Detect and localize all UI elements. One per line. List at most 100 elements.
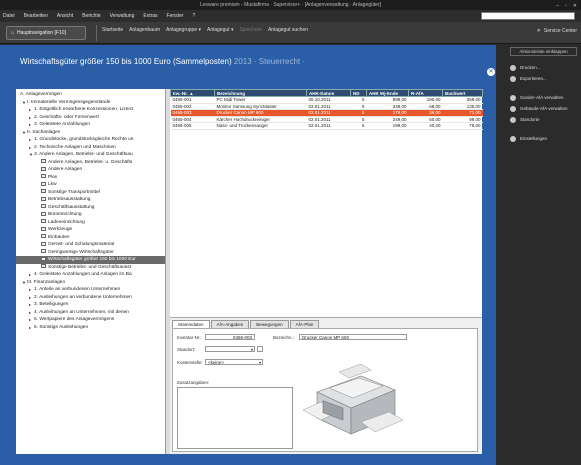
column-header[interactable]: Bezeichnung — [214, 89, 307, 97]
expand-right-icon[interactable]: ▸ — [29, 115, 33, 120]
column-header[interactable]: Inv.-Nr. ▲ — [170, 89, 215, 97]
tree-item[interactable]: Betriebsausstattung — [16, 196, 165, 204]
expand-right-icon[interactable]: ▸ — [29, 273, 33, 277]
expand-right-icon[interactable]: ▸ — [29, 310, 33, 315]
tree-item[interactable]: Sonstige Betriebs- und Geschäftsausst — [16, 264, 165, 272]
menu-extras[interactable]: Extras — [143, 13, 157, 19]
page-title: Wirtschaftsgüter größer 150 bis 1000 Eur… — [20, 57, 305, 66]
table-row[interactable]: 0465-004 Kärcher Hochdruckreiniger 02.01.2… — [170, 116, 483, 123]
service-center-button[interactable]: ☀ Service Center — [536, 28, 577, 34]
expand-right-icon[interactable]: ▸ — [29, 318, 33, 322]
tree-item[interactable]: ▸ 4. Ausleihungen an Unternehmen, mit den… — [16, 309, 165, 317]
tree-item[interactable]: ▸ 2. Ausleihungen an verbundene Unternehm… — [16, 294, 165, 302]
tree-item[interactable]: Ladeneinrichtung — [16, 219, 165, 227]
tree-item[interactable]: Gerüst- und Schalungsmaterial — [16, 241, 165, 249]
tree-item[interactable]: Büroeinrichtung — [16, 211, 165, 219]
action-export[interactable]: Exportieren... — [496, 73, 581, 84]
inventory-number-field[interactable]: 0465-003 — [205, 334, 255, 340]
tab-stammdaten[interactable]: Stammdaten — [172, 320, 210, 328]
tree-item[interactable]: ▼ III. Finanzanlagen — [16, 279, 165, 287]
column-header[interactable]: Buchwert — [442, 89, 483, 97]
tree-item[interactable]: ▸ 3. Beteiligungen — [16, 301, 165, 309]
table-row[interactable]: 0465-003 Drucker Canon MP 600 02.01.2011 5 1… — [170, 109, 483, 117]
close-view-icon[interactable]: ✕ — [487, 68, 495, 76]
menu-bearbeiten[interactable]: Bearbeiten — [24, 13, 48, 19]
column-header[interactable]: R-AfA — [408, 89, 443, 97]
tab-bewegungen[interactable]: Bewegungen — [250, 320, 289, 328]
tree-item[interactable]: ▸ 5. Wertpapiere des Anlagevermögens — [16, 316, 165, 324]
menu-verwaltung[interactable]: Verwaltung — [110, 13, 135, 19]
tree-item[interactable]: ▸ 2. Technische Anlagen und Maschinen — [16, 144, 165, 152]
expand-right-icon[interactable]: ▸ — [29, 303, 33, 307]
tree-item[interactable]: ▸ 6. Sonstige Ausleihungen — [16, 324, 165, 332]
action-standorte[interactable]: Standorte — [496, 114, 581, 125]
tree-item[interactable]: ▼ II. Sachanlagen — [16, 129, 165, 137]
collapse-action-panel-button[interactable]: Aktionsleiste einklappen — [510, 47, 577, 56]
table-row[interactable]: 0465-001 PC Midi Tower 05.10.2011 5 899,00 18… — [170, 96, 483, 104]
main-navigation-button[interactable]: ⌂ Hauptnavigation [F10] — [6, 26, 86, 40]
expand-right-icon[interactable]: ▸ — [29, 123, 33, 127]
action-sonder-afa[interactable]: Sonder-AfA verwalten — [496, 92, 581, 103]
tree-item[interactable]: Andere Anlagen — [16, 166, 165, 174]
menu-help[interactable]: ? — [193, 13, 196, 19]
tree-item[interactable]: Geschäftsausstattung — [16, 204, 165, 212]
tree-item[interactable]: ▸ 1. Entgeltlich erworbene Konzessionen, … — [16, 106, 165, 114]
expand-right-icon[interactable]: ▸ — [29, 325, 33, 330]
expand-right-icon[interactable]: ▸ — [29, 108, 33, 112]
action-print[interactable]: Drucken... — [496, 62, 581, 73]
table-row[interactable]: 0465-002 Monitor Samsung SyncMaster 02.01.… — [170, 103, 483, 110]
tree-item[interactable]: Lkw — [16, 181, 165, 189]
expand-right-icon[interactable]: ▸ — [29, 288, 33, 292]
location-more-button[interactable]: … — [257, 346, 263, 352]
column-header[interactable]: ND — [350, 89, 367, 97]
expand-down-icon[interactable]: ▼ — [22, 100, 26, 105]
expand-down-icon[interactable]: ▼ — [22, 130, 26, 135]
tree-item[interactable]: Werkzeuge — [16, 226, 165, 234]
tree-item[interactable]: ▸ 3. Geleistete Anzahlungen — [16, 121, 165, 129]
tree-item[interactable]: A. Anlagevermögen — [16, 91, 165, 99]
tree-item-label: 1. Entgeltlich erworbene Konzessionen, L… — [34, 107, 134, 112]
tree-item[interactable]: Einbauten — [16, 234, 165, 242]
tab-afa-plan[interactable]: AfA-Plan — [289, 320, 320, 328]
expand-down-icon[interactable]: ▼ — [29, 153, 33, 157]
expand-right-icon[interactable]: ▸ — [29, 295, 33, 300]
window-titlebar: Lexware premium - Mustafirma · Superviso… — [0, 0, 581, 10]
tree-item[interactable]: ▸ 1. Anteile an verbundenen Unternehmen — [16, 286, 165, 294]
tree-item[interactable]: ▸ 2. Geschäfts- oder Firmenwert — [16, 114, 165, 122]
anlagenbaum-button[interactable]: Anlagenbaum — [129, 27, 160, 33]
menu-datei[interactable]: Datei — [3, 13, 15, 19]
save-button[interactable]: Speichern — [239, 27, 262, 33]
tab-afa-angaben[interactable]: AfA-Angaben — [210, 320, 250, 328]
column-header[interactable]: AHK Wj-Ende — [366, 89, 409, 97]
action-gebaeude-afa[interactable]: Gebäude-AfA verwalten — [496, 103, 581, 114]
tree-item[interactable]: ▸ 1. Grundstücke, grundstücksgleiche Rech… — [16, 136, 165, 144]
action-settings[interactable]: Einstellungen — [496, 133, 581, 144]
anlagegut-suchen-button[interactable]: Anlagegut suchen — [268, 27, 308, 33]
tree-item[interactable]: Andere Anlagen, Betriebs- u. Geschäfts — [16, 159, 165, 167]
cost-center-dropdown[interactable]: <keine> ▾ — [205, 359, 263, 365]
menu-ansicht[interactable]: Ansicht — [57, 13, 73, 19]
action-print-label: Drucken... — [520, 65, 541, 70]
location-dropdown[interactable]: ▾ — [205, 346, 255, 352]
expand-right-icon[interactable]: ▸ — [29, 145, 33, 150]
column-header[interactable]: AHK-Datum — [306, 89, 351, 97]
expand-right-icon[interactable]: ▸ — [29, 138, 33, 142]
tree-item[interactable]: Wirtschaftsgüter größer 150 bis 1000 Eur — [16, 256, 165, 264]
tree-item[interactable]: ▼ 3. Andere Anlagen, Betriebs- und Geschä… — [16, 151, 165, 159]
anlagegut-dropdown[interactable]: Anlagegut ▾ — [207, 27, 233, 33]
tree-item[interactable]: ▼ I. Immaterielle Vermögensgegenstände — [16, 99, 165, 107]
action-settings-label: Einstellungen — [520, 136, 548, 141]
tree-item[interactable]: Sonstige Transportmittel — [16, 189, 165, 197]
global-search-input[interactable] — [481, 12, 575, 20]
anlagegruppe-dropdown[interactable]: Anlagegruppe ▾ — [166, 27, 201, 33]
tree-item[interactable]: ▸ 4. Geleistete Anzahlungen und Anlagen i… — [16, 271, 165, 279]
additional-info-textarea[interactable] — [177, 387, 293, 449]
menu-fenster[interactable]: Fenster — [167, 13, 184, 19]
startseite-button[interactable]: Startseite — [102, 27, 123, 33]
description-field[interactable]: Drucker Canon MP 600 — [299, 334, 407, 340]
menu-berichte[interactable]: Berichte — [82, 13, 100, 19]
table-row[interactable]: 0465-005 Nass- und Trockensauger 02.01.201… — [170, 122, 483, 130]
expand-down-icon[interactable]: ▼ — [22, 280, 26, 285]
tree-item[interactable]: Pkw — [16, 174, 165, 182]
tree-item[interactable]: Geringwertige Wirtschaftsgüter — [16, 249, 165, 257]
